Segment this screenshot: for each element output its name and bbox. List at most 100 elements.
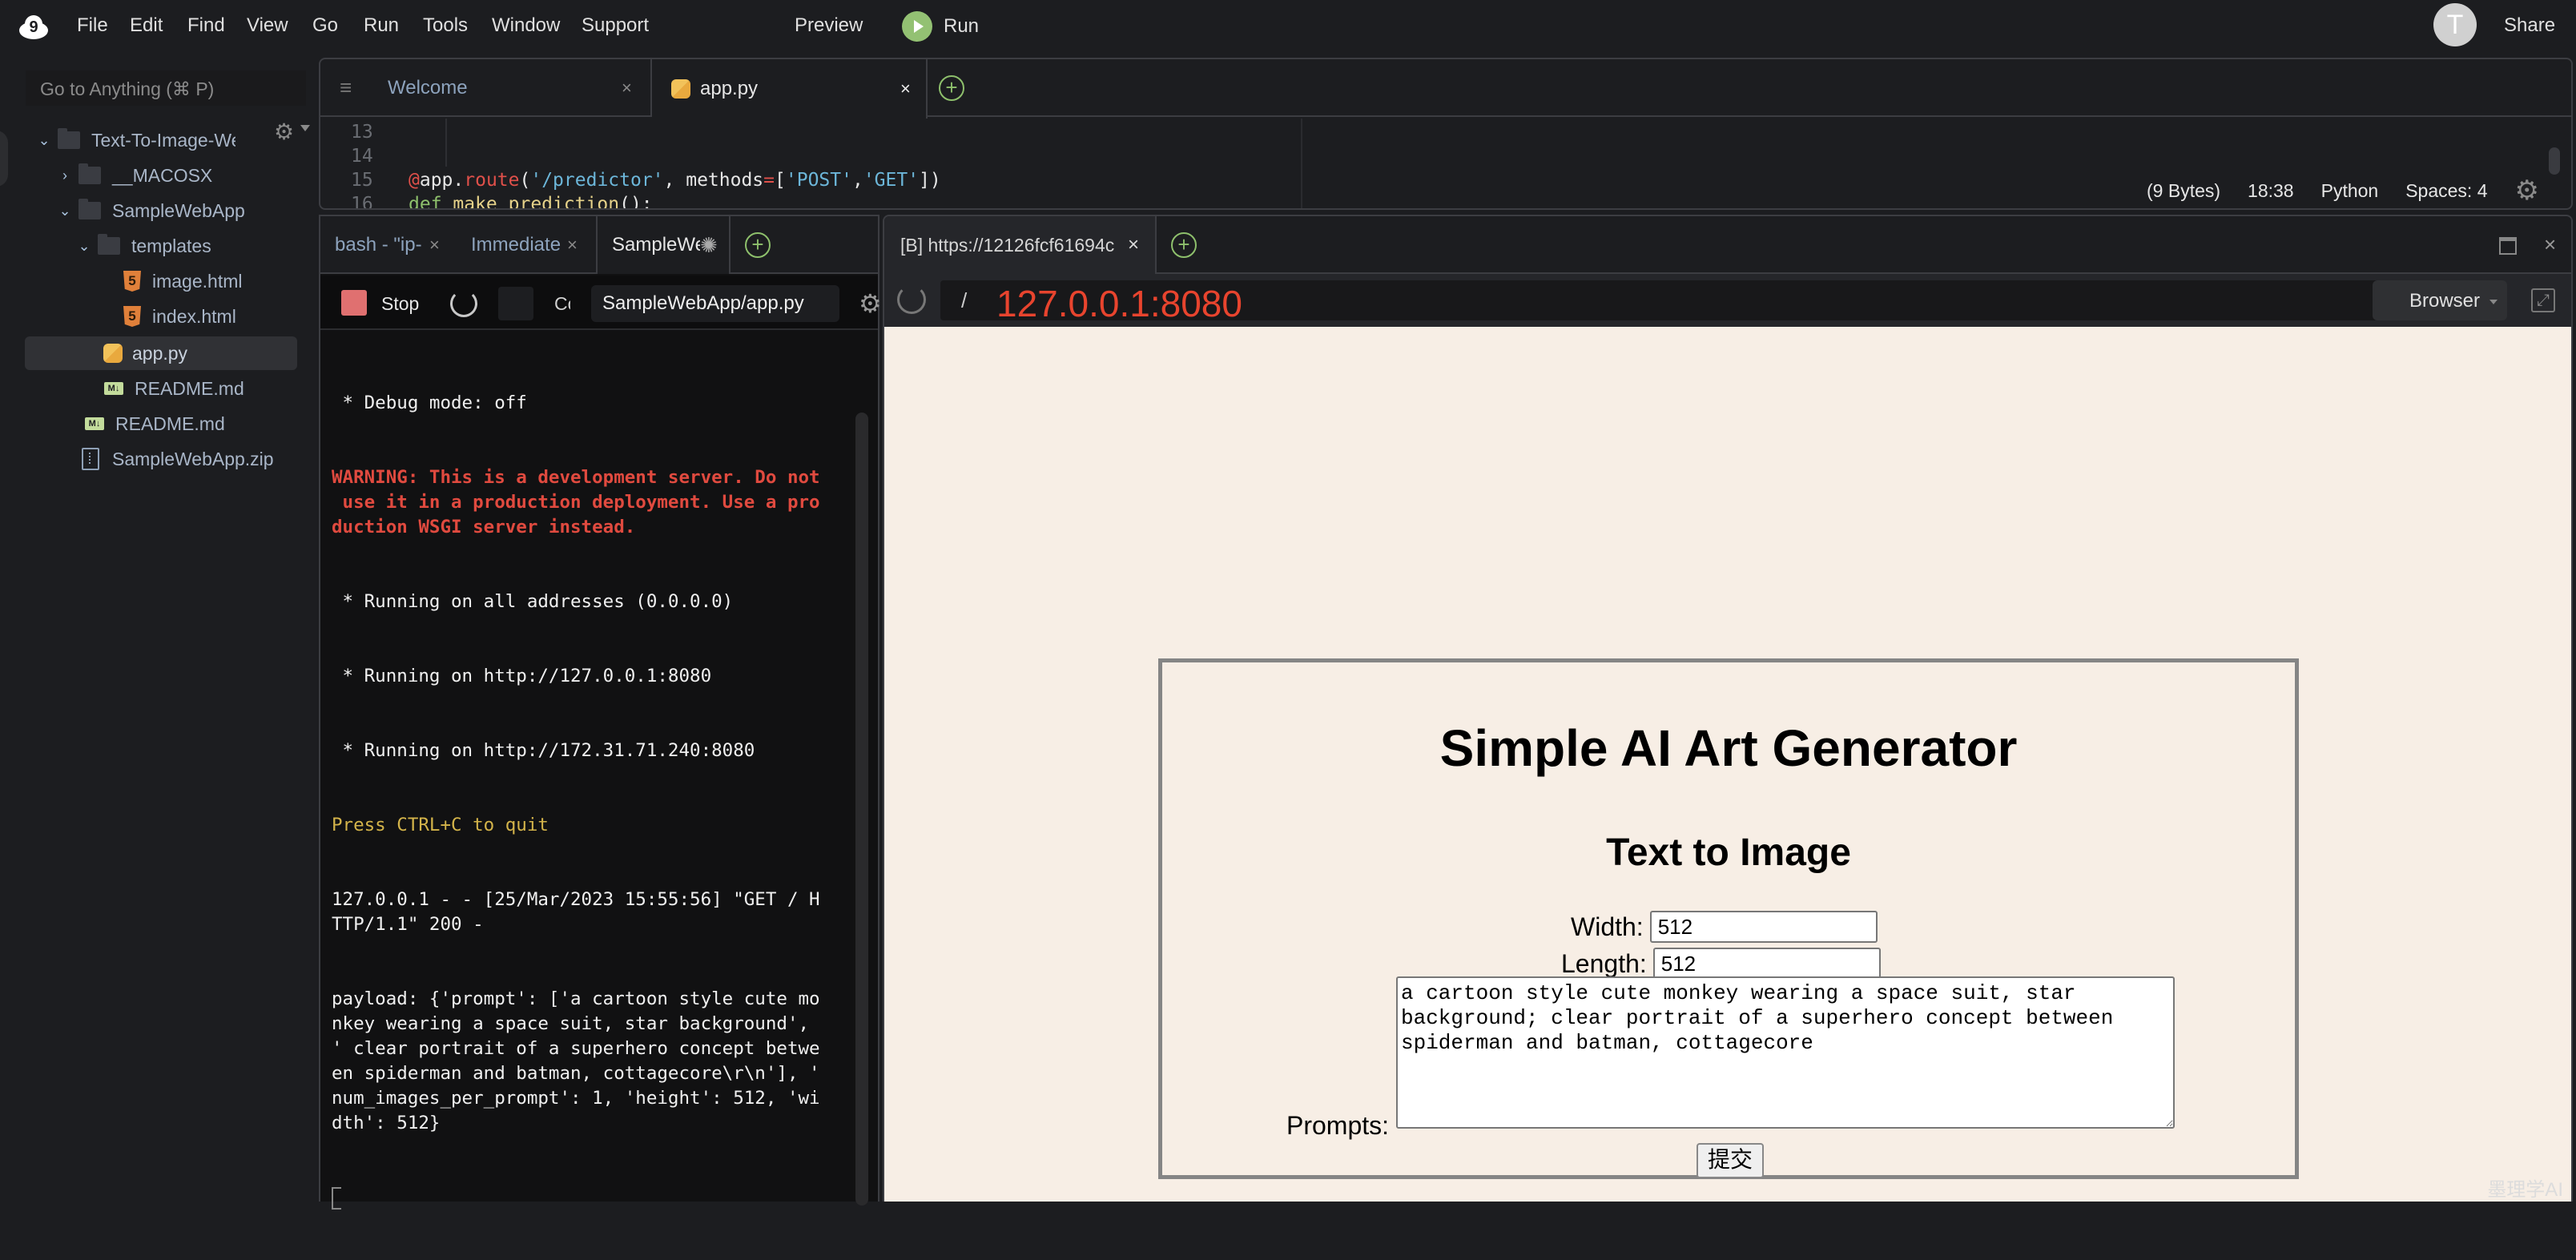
- go-to-anything-input[interactable]: Go to Anything (⌘ P): [26, 70, 306, 106]
- stop-button[interactable]: Stop: [381, 293, 419, 315]
- print-margin: [1301, 119, 1302, 208]
- runner-toggle[interactable]: [498, 287, 533, 320]
- width-input[interactable]: [1649, 911, 1878, 943]
- plus-icon: +: [1171, 232, 1197, 258]
- browser-tab[interactable]: [B] https://12126fcf61694c ×: [884, 216, 1157, 274]
- line-number: 16: [351, 194, 373, 210]
- length-row: Length:: [1561, 948, 1881, 980]
- tree-item-file[interactable]: 5 index.html: [123, 300, 236, 333]
- tree-item-file[interactable]: 5 image.html: [123, 264, 242, 298]
- terminal-scrollbar[interactable]: [855, 413, 868, 1206]
- cursor-position[interactable]: 18:38: [2248, 180, 2294, 202]
- tree-item-folder[interactable]: ⌄ Text-To-Image-Web: [35, 123, 235, 157]
- file-tree-sidebar: Go to Anything (⌘ P) ⚙ ⌄ Text-To-Image-W…: [0, 54, 316, 1202]
- tab-welcome[interactable]: Welcome ×: [320, 59, 652, 117]
- output-quit-hint: Press CTRL+C to quit: [332, 815, 549, 835]
- cloud9-logo-icon[interactable]: 9: [18, 13, 50, 42]
- tree-settings-gear-icon[interactable]: ⚙: [274, 119, 294, 145]
- output-line: payload: {'prompt': ['a cartoon style cu…: [332, 988, 820, 1133]
- tree-item-label: __MACOSX: [112, 164, 213, 186]
- close-icon[interactable]: ×: [900, 78, 911, 99]
- code-line: def make_prediction():: [409, 194, 653, 210]
- code-line: @app.route('/predictor', methods=['POST'…: [409, 170, 941, 191]
- tree-item-file[interactable]: M↓ README.md: [85, 407, 225, 441]
- output-line: * Running on http://172.31.71.240:8080: [332, 740, 755, 761]
- share-button[interactable]: Share: [2504, 14, 2555, 37]
- submit-button[interactable]: 提交: [1697, 1143, 1764, 1178]
- tab-app-py[interactable]: app.py ×: [652, 59, 928, 119]
- user-avatar[interactable]: T: [2433, 3, 2477, 46]
- folder-icon: [78, 199, 101, 219]
- new-tab-button[interactable]: +: [939, 59, 964, 117]
- editor-settings-gear-icon[interactable]: ⚙: [2515, 175, 2539, 207]
- code-token: ():: [619, 194, 653, 210]
- tab-label: SampleWe: [612, 234, 700, 256]
- tree-item-file[interactable]: M↓ README.md: [104, 372, 244, 405]
- language-mode[interactable]: Python: [2321, 180, 2379, 202]
- code-token: route: [464, 170, 520, 191]
- stop-icon[interactable]: [341, 290, 367, 316]
- url-text[interactable]: 127.0.0.1:8080: [996, 282, 1242, 325]
- menu-go[interactable]: Go: [312, 14, 338, 37]
- editor-scrollbar[interactable]: [2549, 147, 2560, 175]
- close-icon[interactable]: ×: [429, 235, 440, 256]
- indent-setting[interactable]: Spaces: 4: [2405, 180, 2487, 202]
- chevron-down-icon[interactable]: ⌄: [75, 238, 93, 255]
- browser-mode-dropdown[interactable]: Browser: [2373, 280, 2507, 320]
- zip-file-icon: [82, 448, 99, 470]
- caret-down-icon[interactable]: [300, 125, 310, 131]
- chevron-down-icon[interactable]: ⌄: [56, 203, 74, 219]
- preview-button[interactable]: Preview: [795, 14, 863, 37]
- restart-icon[interactable]: [450, 290, 477, 317]
- width-label: Width:: [1571, 912, 1644, 941]
- code-token: (: [519, 170, 531, 191]
- file-size: (9 Bytes): [2147, 179, 2221, 201]
- tab-immediate[interactable]: Immediate ×: [471, 216, 578, 274]
- pop-out-icon[interactable]: ⤢: [2531, 288, 2555, 312]
- menu-view[interactable]: View: [247, 14, 288, 37]
- menu-tools[interactable]: Tools: [423, 14, 468, 37]
- preview-browser-panel: [B] https://12126fcf61694c × + × / 127.0…: [883, 215, 2573, 1202]
- tree-item-folder[interactable]: ⌄ templates: [75, 229, 211, 263]
- code-token: [: [775, 170, 786, 191]
- prompts-textarea[interactable]: a cartoon style cute monkey wearing a sp…: [1396, 976, 2175, 1129]
- restore-window-icon[interactable]: [2499, 237, 2517, 255]
- run-terminal-panel: bash - "ip- × Immediate × SampleWe ✺ + S…: [319, 215, 882, 1210]
- chevron-down-icon[interactable]: ⌄: [35, 132, 53, 149]
- tree-item-label: SampleWebApp: [112, 199, 245, 221]
- output-line: 127.0.0.1 - - [25/Mar/2023 15:55:56] "GE…: [332, 889, 820, 935]
- new-terminal-tab-button[interactable]: +: [745, 216, 771, 274]
- new-browser-tab-button[interactable]: +: [1171, 216, 1197, 274]
- tab-bash[interactable]: bash - "ip- ×: [335, 216, 440, 274]
- chevron-right-icon[interactable]: ›: [56, 167, 74, 184]
- run-label: Run: [944, 15, 980, 37]
- length-input[interactable]: [1652, 948, 1881, 980]
- tab-samplewebapp[interactable]: SampleWe ✺: [596, 216, 731, 274]
- url-bar[interactable]: / 127.0.0.1:8080: [940, 280, 2390, 324]
- page-subtitle: Text to Image: [1606, 831, 1851, 874]
- close-icon[interactable]: ×: [567, 235, 578, 256]
- menu-edit[interactable]: Edit: [130, 14, 163, 37]
- tree-item-file[interactable]: SampleWebApp.zip: [82, 442, 274, 476]
- html5-file-icon: 5: [123, 306, 141, 327]
- tree-item-folder[interactable]: › __MACOSX: [56, 159, 212, 192]
- refresh-icon[interactable]: [897, 285, 926, 314]
- tree-item-label: Text-To-Image-Web: [91, 129, 235, 151]
- python-file-icon: [671, 79, 690, 99]
- close-icon[interactable]: ×: [622, 78, 632, 99]
- runner-settings-gear-icon[interactable]: ⚙: [859, 288, 882, 319]
- menu-file[interactable]: File: [77, 14, 108, 37]
- code-token: 'POST': [785, 170, 852, 191]
- close-icon[interactable]: ×: [1128, 234, 1139, 256]
- panel-toggle-handle[interactable]: [0, 131, 8, 187]
- command-input[interactable]: [591, 285, 839, 322]
- menu-support[interactable]: Support: [582, 14, 649, 37]
- menu-find[interactable]: Find: [187, 14, 225, 37]
- close-panel-icon[interactable]: ×: [2544, 232, 2556, 257]
- menu-run[interactable]: Run: [364, 14, 399, 37]
- run-button[interactable]: Run: [902, 11, 979, 42]
- menu-window[interactable]: Window: [492, 14, 560, 37]
- tree-item-folder[interactable]: ⌄ SampleWebApp: [56, 194, 245, 227]
- terminal-output[interactable]: * Debug mode: off WARNING: This is a dev…: [332, 341, 844, 1260]
- tree-item-file-selected[interactable]: app.py: [25, 336, 297, 370]
